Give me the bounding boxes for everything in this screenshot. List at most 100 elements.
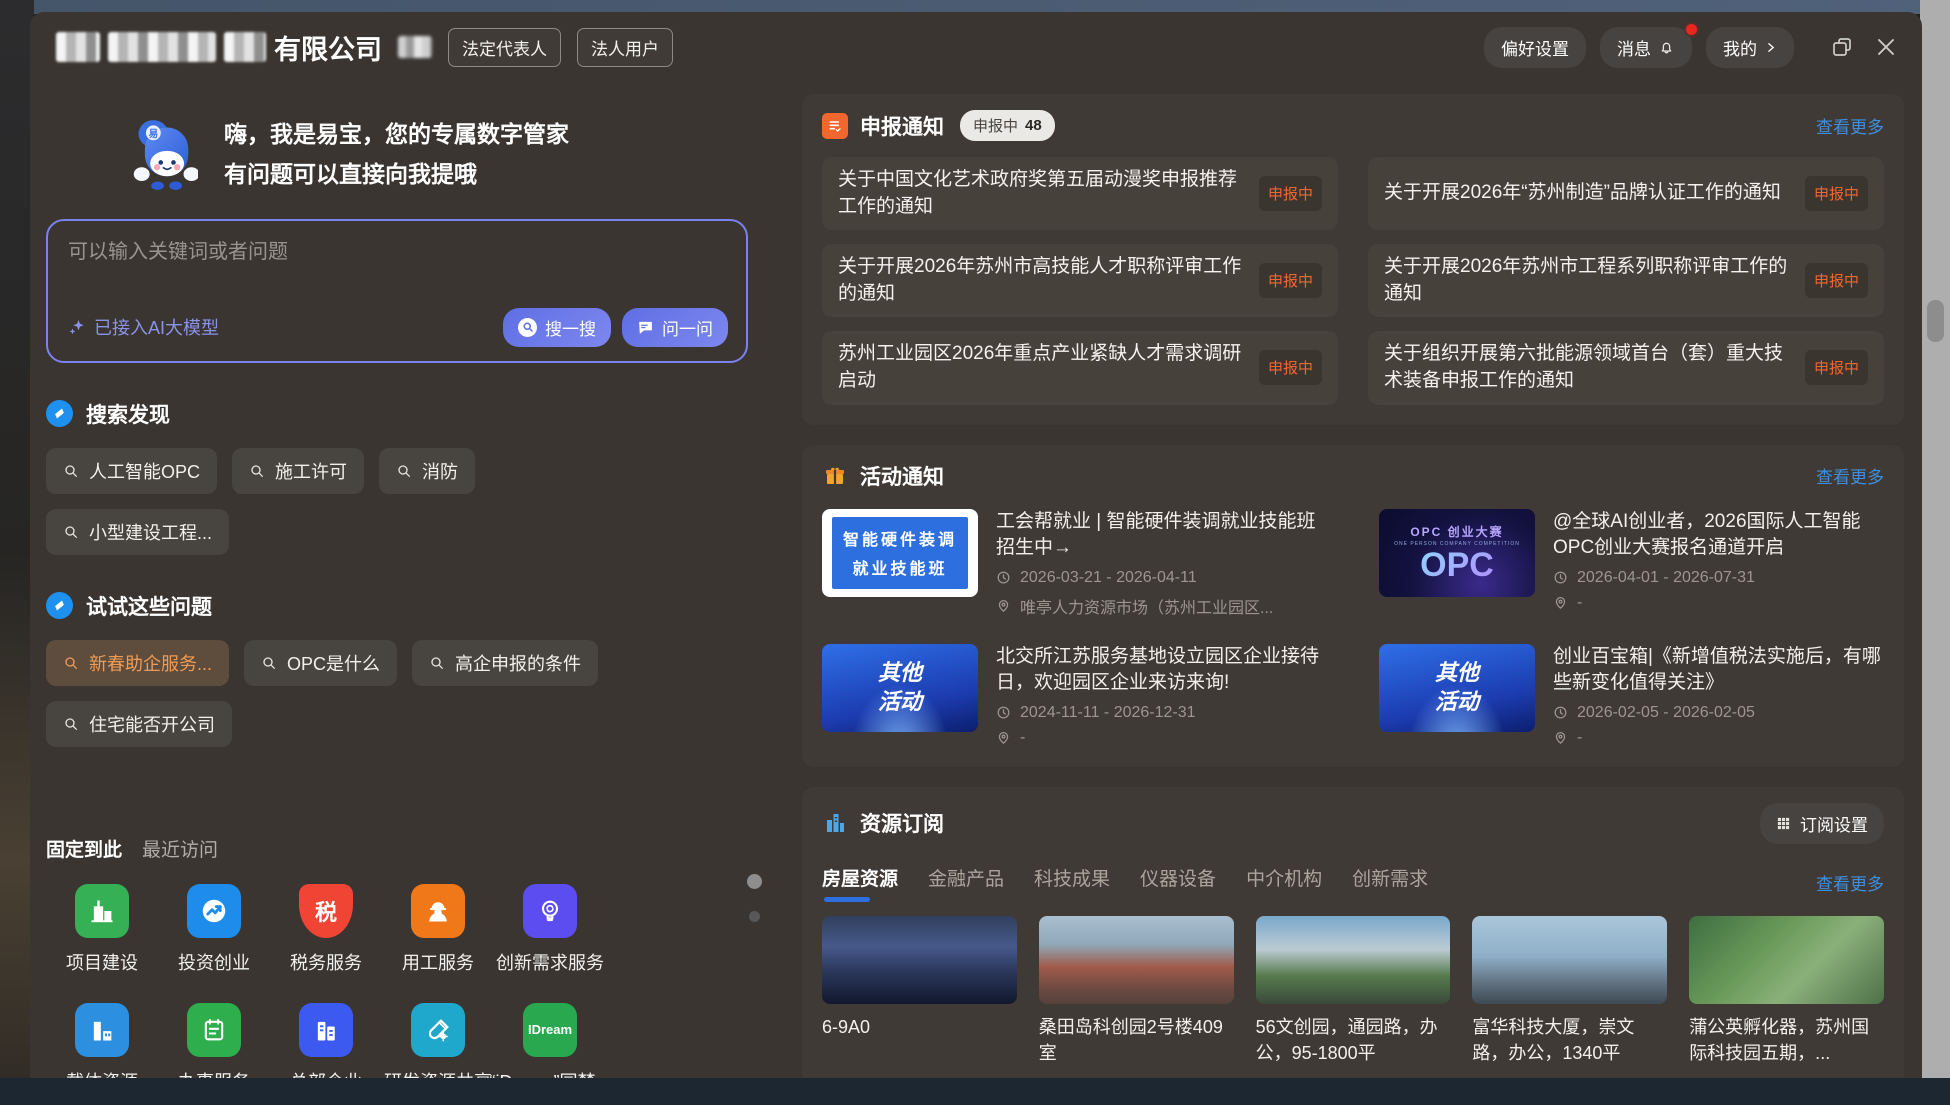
quick-access-grid: 项目建设 投资创业 税 税务服务 xyxy=(46,884,748,1079)
subscription-settings-button[interactable]: 订阅设置 xyxy=(1760,803,1884,844)
test-tube-gear-icon xyxy=(411,1003,465,1057)
property-photo xyxy=(1689,916,1884,1004)
growth-icon xyxy=(187,884,241,938)
yibao-mascot: 易 xyxy=(132,118,198,190)
chevron-right-icon xyxy=(1764,41,1777,54)
tab-instruments[interactable]: 仪器设备 xyxy=(1140,864,1216,902)
question-chip[interactable]: OPC是什么 xyxy=(244,640,397,686)
close-window-icon[interactable] xyxy=(1874,35,1898,59)
preferences-button[interactable]: 偏好设置 xyxy=(1484,27,1586,68)
section-title: 申报通知 xyxy=(860,111,944,141)
pin-here-label[interactable]: 固定到此 xyxy=(46,835,122,862)
scrollbar-thumb[interactable] xyxy=(1927,300,1944,342)
app-affairs-service[interactable]: 办事服务 xyxy=(158,1003,270,1079)
resource-card[interactable]: 蒲公英孵化器，苏州国际科技园五期，... xyxy=(1689,916,1884,1066)
location-pin-icon xyxy=(1553,595,1568,610)
clock-icon xyxy=(996,705,1011,720)
activity-item[interactable]: OPC 创业大赛 ONE PERSON COMPANY COMPETITION … xyxy=(1379,509,1884,618)
recent-visits-label[interactable]: 最近访问 xyxy=(142,835,218,862)
discover-chip[interactable]: 消防 xyxy=(379,448,475,494)
document-icon xyxy=(822,113,848,139)
view-more-link[interactable]: 查看更多 xyxy=(1816,113,1884,138)
activity-thumbnail: 其他 活动 xyxy=(1379,644,1535,732)
city-building-icon xyxy=(822,810,848,836)
resource-card[interactable]: 桑田岛科创园2号楼409室 xyxy=(1039,916,1234,1066)
view-more-link[interactable]: 查看更多 xyxy=(1816,870,1884,895)
property-photo xyxy=(822,916,1017,1004)
app-innovation-demand-service[interactable]: 创新需求服务 xyxy=(494,884,606,975)
property-photo xyxy=(1472,916,1667,1004)
legal-representative-badge[interactable]: 法定代表人 xyxy=(448,28,561,67)
lightbulb-icon xyxy=(523,884,577,938)
app-project-construction[interactable]: 项目建设 xyxy=(46,884,158,975)
carousel-dot-active[interactable] xyxy=(747,874,762,889)
question-chip[interactable]: 住宅能否开公司 xyxy=(46,701,232,747)
app-carrier-resources[interactable]: 载体资源 xyxy=(46,1003,158,1079)
app-idream-park[interactable]: IDream “iDream”园梦... xyxy=(494,1003,606,1079)
svg-text:易: 易 xyxy=(149,129,159,140)
discover-chip[interactable]: 小型建设工程... xyxy=(46,509,229,555)
search-icon xyxy=(429,655,445,671)
location-pin-icon xyxy=(996,598,1011,613)
chat-icon xyxy=(637,319,654,336)
notice-item[interactable]: 苏州工业园区2026年重点产业紧缺人才需求调研启动 申报中 xyxy=(822,331,1338,404)
activity-item[interactable]: 智能硬件装调 就业技能班 工会帮就业 | 智能硬件装调就业技能班招生中→ 202… xyxy=(822,509,1327,618)
resource-card[interactable]: 56文创园，通园路，办公，95-1800平 xyxy=(1256,916,1451,1066)
carousel-dot[interactable] xyxy=(749,911,760,922)
search-icon xyxy=(63,655,79,671)
activity-item[interactable]: 其他 活动 北交所江苏服务基地设立园区企业接待日，欢迎园区企业来访来询! 202… xyxy=(822,644,1327,747)
search-button[interactable]: 搜一搜 xyxy=(503,308,611,347)
app-tax-service[interactable]: 税 税务服务 xyxy=(270,884,382,975)
tab-tech-achievements[interactable]: 科技成果 xyxy=(1034,864,1110,902)
notice-item[interactable]: 关于开展2026年苏州市工程系列职称评审工作的通知 申报中 xyxy=(1368,244,1884,317)
activity-item[interactable]: 其他 活动 创业百宝箱|《新增值税法实施后，有哪些新变化值得关注》 2026-0… xyxy=(1379,644,1884,747)
resource-card[interactable]: 6-9A0 xyxy=(822,916,1017,1066)
question-chip[interactable]: 高企申报的条件 xyxy=(412,640,598,686)
question-chips: 新春助企服务... OPC是什么 高企申报的条件 住宅能否开公司 xyxy=(46,640,606,747)
clipboard-icon xyxy=(187,1003,241,1057)
messages-button[interactable]: 消息 xyxy=(1600,27,1692,68)
tab-housing-resources[interactable]: 房屋资源 xyxy=(822,864,898,902)
ask-button[interactable]: 问一问 xyxy=(622,308,728,347)
app-rd-resource-sharing[interactable]: 研发资源共享 xyxy=(382,1003,494,1079)
notice-item[interactable]: 关于中国文化艺术政府奖第五届动漫奖申报推荐工作的通知 申报中 xyxy=(822,157,1338,230)
my-menu-button[interactable]: 我的 xyxy=(1706,27,1794,68)
activity-notice-section: 活动通知 查看更多 智能硬件装调 就业技能班 工会帮就业 | 智能硬件装调就业技… xyxy=(802,445,1904,767)
notice-item[interactable]: 关于开展2026年“苏州制造”品牌认证工作的通知 申报中 xyxy=(1368,157,1884,230)
question-chip-highlighted[interactable]: 新春助企服务... xyxy=(46,640,229,686)
grid-icon xyxy=(1776,816,1791,831)
worker-icon xyxy=(411,884,465,938)
tab-innovation-demand[interactable]: 创新需求 xyxy=(1352,864,1428,902)
tab-intermediaries[interactable]: 中介机构 xyxy=(1246,864,1322,902)
clock-icon xyxy=(1553,570,1568,585)
search-discover-header: 搜索发现 xyxy=(46,399,748,429)
desktop-bottom-strip xyxy=(0,1078,1950,1105)
bell-icon xyxy=(1658,39,1675,56)
redacted-badge xyxy=(398,36,432,58)
declaring-status-tag: 申报中 xyxy=(1259,350,1322,385)
resource-card[interactable]: 富华科技大厦，崇文路，办公，1340平 xyxy=(1472,916,1667,1066)
restore-window-icon[interactable] xyxy=(1830,35,1854,59)
location-pin-icon xyxy=(996,730,1011,745)
activity-date: 2024-11-11 - 2026-12-31 xyxy=(996,704,1327,722)
search-input[interactable] xyxy=(68,241,728,264)
notice-item[interactable]: 关于开展2026年苏州市高技能人才职称评审工作的通知 申报中 xyxy=(822,244,1338,317)
view-more-link[interactable]: 查看更多 xyxy=(1816,463,1884,488)
company-suffix: 有限公司 xyxy=(274,28,382,67)
gift-icon xyxy=(822,463,848,489)
activity-thumbnail: OPC 创业大赛 ONE PERSON COMPANY COMPETITION … xyxy=(1379,509,1535,597)
app-investment-startup[interactable]: 投资创业 xyxy=(158,884,270,975)
titlebar: 有限公司 法定代表人 法人用户 偏好设置 消息 我的 xyxy=(30,12,1922,76)
app-headquarters-enterprise[interactable]: 总部企业 xyxy=(270,1003,382,1079)
property-photo xyxy=(1039,916,1234,1004)
discover-chip[interactable]: 施工许可 xyxy=(232,448,364,494)
legal-person-user-badge[interactable]: 法人用户 xyxy=(577,28,673,67)
factory-icon xyxy=(75,1003,129,1057)
declaring-status-tag: 申报中 xyxy=(1805,263,1868,298)
notice-item[interactable]: 关于组织开展第六批能源领域首台（套）重大技术装备申报工作的通知 申报中 xyxy=(1368,331,1884,404)
tab-financial-products[interactable]: 金融产品 xyxy=(928,864,1004,902)
try-questions-header: 试试这些问题 xyxy=(46,591,748,621)
declaring-status-tag: 申报中 xyxy=(1805,176,1868,211)
app-employment-service[interactable]: 用工服务 xyxy=(382,884,494,975)
discover-chip[interactable]: 人工智能OPC xyxy=(46,448,217,494)
